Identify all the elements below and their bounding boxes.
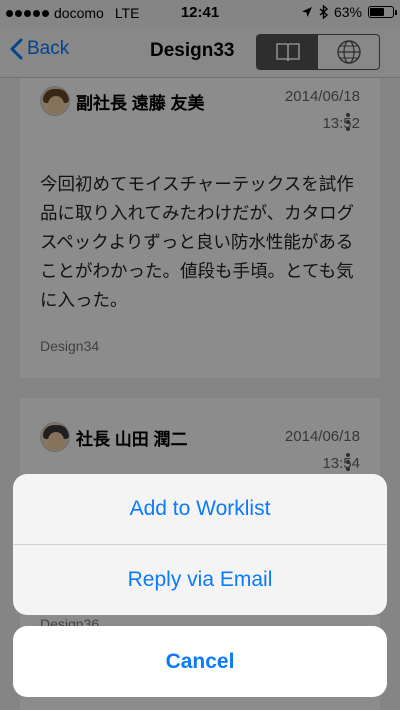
add-to-worklist-button[interactable]: Add to Worklist [13,474,387,544]
action-sheet: Add to Worklist Reply via Email [13,474,387,615]
cancel-button[interactable]: Cancel [13,626,387,697]
reply-via-email-button[interactable]: Reply via Email [13,545,387,615]
